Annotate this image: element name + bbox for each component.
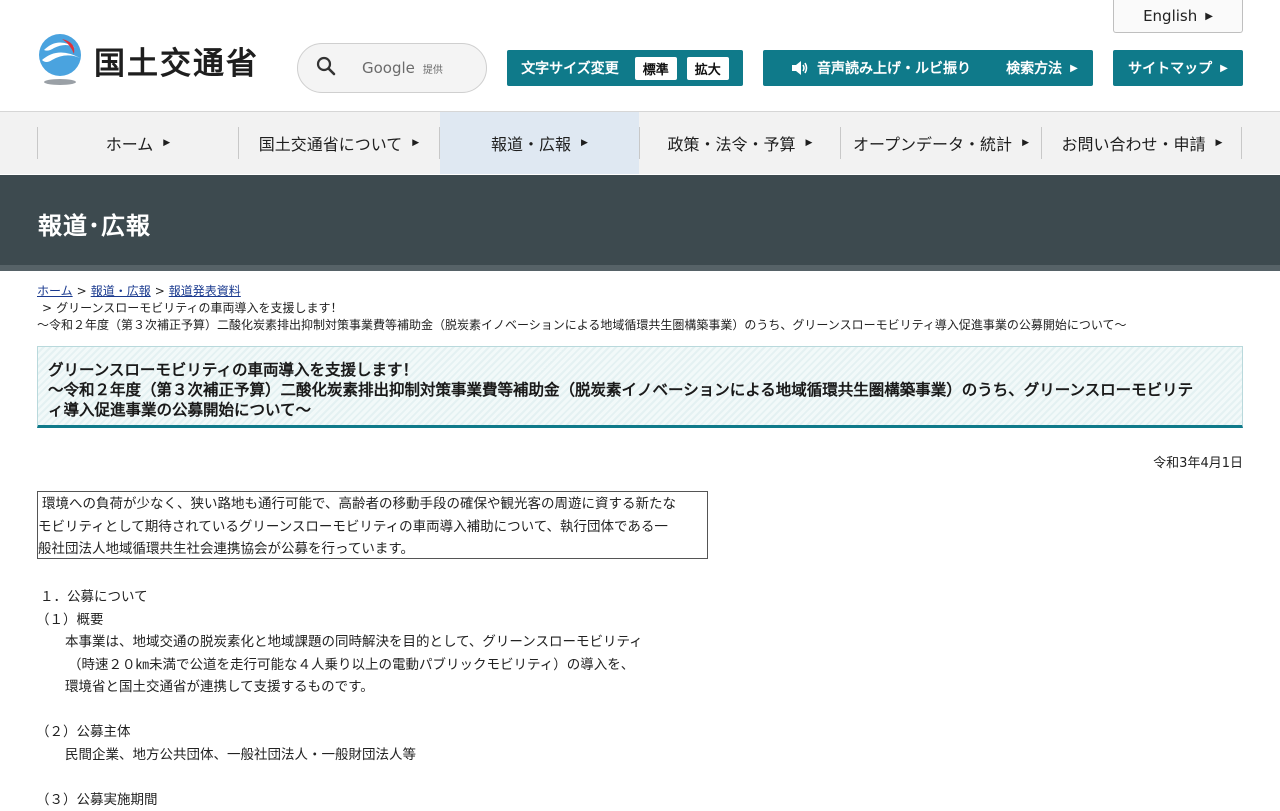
- spacer: [40, 699, 643, 722]
- summary-line3: 般社団法人地域循環共生社会連携協会が公募を行っています。: [38, 538, 703, 561]
- font-size-control: 文字サイズ変更 標準 拡大: [507, 50, 743, 86]
- section-banner: [0, 175, 1280, 265]
- search-method-button[interactable]: 検索方法 ▶: [991, 50, 1093, 86]
- breadcrumb-separator: >: [77, 284, 87, 298]
- breadcrumb: ホーム > 報道・広報 > 報道発表資料 > グリーンスローモビリティの車両導入を支援しま…: [37, 283, 1247, 334]
- nav-divider: [1241, 127, 1242, 159]
- nav-item-home[interactable]: ホーム ▶: [38, 112, 238, 174]
- site-header: 国土交通省 English ▶ Google 提供 文字サイズ変更 標準 拡大 …: [0, 0, 1280, 112]
- summary-line2: モビリティとして期待されているグリーンスローモビリティの車両導入補助について、執…: [38, 516, 703, 539]
- banner-strip: [0, 265, 1280, 271]
- nav-item-label: オープンデータ・統計: [853, 131, 1012, 155]
- english-label: English: [1143, 7, 1197, 25]
- body-text: 環境省と国土交通省が連携して支援するものです。: [40, 676, 643, 699]
- triangle-right-icon: ▶: [412, 138, 419, 148]
- font-size-large-button[interactable]: 拡大: [687, 57, 729, 80]
- triangle-right-icon: ▶: [806, 138, 813, 148]
- triangle-right-icon: ▶: [1220, 63, 1228, 74]
- nav-item-label: ホーム: [106, 131, 154, 155]
- nav-item-label: お問い合わせ・申請: [1062, 131, 1206, 155]
- breadcrumb-home-link[interactable]: ホーム: [37, 284, 73, 298]
- article-title: グリーンスローモビリティの車両導入を支援します！ ～令和２年度（第３次補正予算）…: [48, 360, 1238, 420]
- triangle-right-icon: ▶: [1070, 63, 1078, 74]
- article-title-line2: ～令和２年度（第３次補正予算）二酸化炭素排出抑制対策事業費等補助金（脱炭素イノベ…: [48, 380, 1238, 400]
- breadcrumb-separator: >: [42, 301, 52, 315]
- nav-item-contact[interactable]: お問い合わせ・申請 ▶: [1042, 112, 1242, 174]
- sitemap-button[interactable]: サイトマップ ▶: [1113, 50, 1243, 86]
- nav-item-label: 国土交通省について: [259, 131, 403, 155]
- article-body: １．公募について （１）概要 本事業は、地域交通の脱炭素化と地域課題の同時解決を…: [40, 586, 643, 811]
- subsection-heading: （１）概要: [36, 609, 643, 632]
- google-label: Google: [362, 59, 415, 77]
- body-text: 本事業は、地域交通の脱炭素化と地域課題の同時解決を目的として、グリーンスローモビ…: [40, 631, 643, 654]
- google-provided-label: 提供: [423, 61, 443, 76]
- mlit-logo-icon: [36, 34, 86, 86]
- triangle-right-icon: ▶: [1216, 138, 1223, 148]
- section-title: 報道･広報: [38, 206, 151, 241]
- font-size-standard-button[interactable]: 標準: [635, 57, 677, 80]
- search-box[interactable]: Google 提供: [297, 43, 487, 93]
- article-title-line3: ィ導入促進事業の公募開始について～: [48, 400, 1238, 420]
- section-heading: １．公募について: [40, 586, 643, 609]
- breadcrumb-releases-link[interactable]: 報道発表資料: [169, 284, 241, 298]
- article-title-line1: グリーンスローモビリティの車両導入を支援します！: [48, 360, 1238, 380]
- publish-date: 令和3年4月1日: [1153, 452, 1243, 471]
- nav-item-press[interactable]: 報道・広報 ▶: [440, 112, 639, 174]
- body-text: 民間企業、地方公共団体、一般社団法人・一般財団法人等: [40, 744, 643, 767]
- body-text: （時速２０㎞未満で公道を走行可能な４人乗り以上の電動パブリックモビリティ）の導入…: [40, 654, 643, 677]
- nav-item-label: 報道・広報: [491, 131, 571, 155]
- search-method-label: 検索方法: [1006, 58, 1062, 78]
- summary-box: 環境への負荷が少なく、狭い路地も通行可能で、高齢者の移動手段の確保や観光客の周遊…: [37, 491, 708, 559]
- global-nav: ホーム ▶ 国土交通省について ▶ 報道・広報 ▶ 政策・法令・予算 ▶ オープンデータ…: [0, 112, 1280, 174]
- search-icon[interactable]: [316, 56, 336, 80]
- nav-item-label: 政策・法令・予算: [668, 131, 796, 155]
- triangle-right-icon: ▶: [1022, 138, 1029, 148]
- speech-button[interactable]: 音声読み上げ・ルビ振り: [763, 50, 999, 86]
- triangle-right-icon: ▶: [581, 138, 588, 148]
- nav-item-opendata[interactable]: オープンデータ・統計 ▶: [841, 112, 1041, 174]
- font-size-label: 文字サイズ変更: [521, 58, 619, 78]
- triangle-right-icon: ▶: [1205, 11, 1213, 22]
- logo-text: 国土交通省: [94, 38, 259, 83]
- breadcrumb-press-link[interactable]: 報道・広報: [91, 284, 151, 298]
- breadcrumb-current-line2: ～令和２年度（第３次補正予算）二酸化炭素排出抑制対策事業費等補助金（脱炭素イノベ…: [37, 317, 1247, 334]
- summary-line1: 環境への負荷が少なく、狭い路地も通行可能で、高齢者の移動手段の確保や観光客の周遊…: [42, 493, 703, 516]
- breadcrumb-separator: >: [155, 284, 165, 298]
- triangle-right-icon: ▶: [163, 138, 170, 148]
- site-logo[interactable]: 国土交通省: [36, 34, 259, 86]
- speaker-icon: [791, 60, 809, 76]
- nav-item-policy[interactable]: 政策・法令・予算 ▶: [640, 112, 840, 174]
- sitemap-label: サイトマップ: [1128, 58, 1212, 78]
- nav-item-about[interactable]: 国土交通省について ▶: [239, 112, 439, 174]
- subsection-heading: （２）公募主体: [36, 721, 643, 744]
- breadcrumb-current-line1: グリーンスローモビリティの車両導入を支援します！: [56, 301, 342, 315]
- speech-label: 音声読み上げ・ルビ振り: [817, 58, 971, 78]
- spacer: [40, 766, 643, 789]
- english-button[interactable]: English ▶: [1113, 0, 1243, 33]
